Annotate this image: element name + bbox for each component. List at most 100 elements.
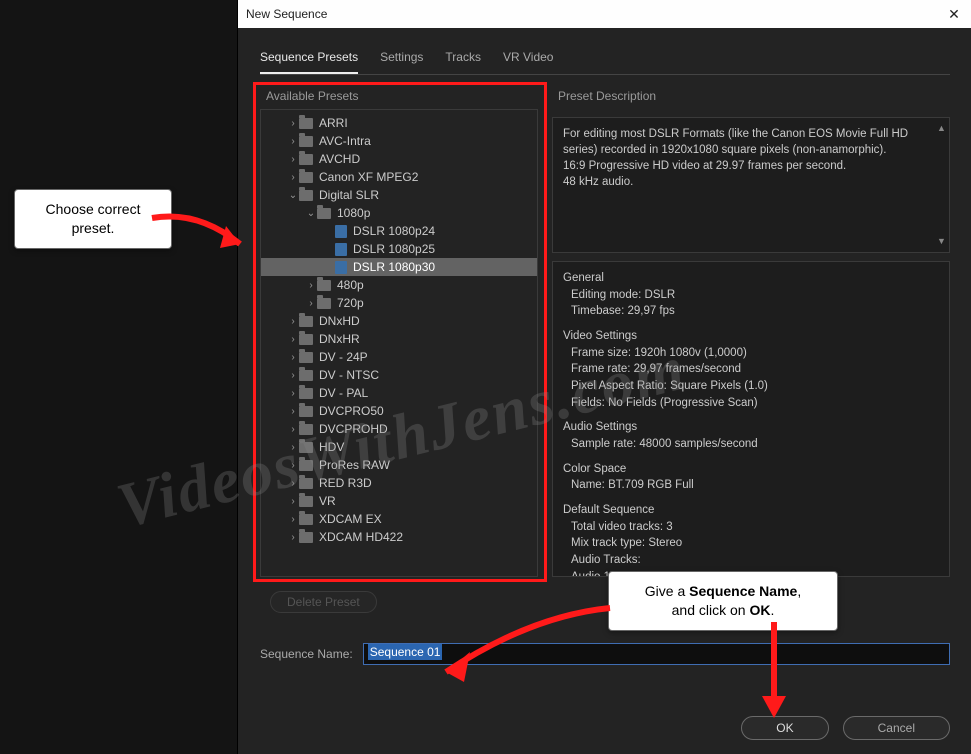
preset-tree[interactable]: ›ARRI›AVC-Intra›AVCHD›Canon XF MPEG2⌄Dig…: [260, 109, 538, 577]
preset-folder[interactable]: ›720p: [261, 294, 537, 312]
chevron-right-icon[interactable]: ›: [287, 334, 299, 345]
detail-line: Sample rate: 48000 samples/second: [563, 436, 939, 453]
scroll-up-icon[interactable]: ▲: [937, 122, 947, 135]
chevron-right-icon[interactable]: ›: [287, 352, 299, 363]
folder-icon: [299, 172, 313, 183]
detail-line: Frame rate: 29,97 frames/second: [563, 361, 939, 378]
folder-icon: [317, 280, 331, 291]
chevron-right-icon[interactable]: ›: [287, 154, 299, 165]
tree-label: RED R3D: [319, 476, 372, 490]
chevron-right-icon[interactable]: ›: [287, 460, 299, 471]
tab-sequence-presets[interactable]: Sequence Presets: [260, 46, 358, 74]
detail-line: Frame size: 1920h 1080v (1,0000): [563, 345, 939, 362]
folder-icon: [299, 532, 313, 543]
chevron-right-icon[interactable]: ›: [287, 442, 299, 453]
preset-folder[interactable]: ›XDCAM HD422: [261, 528, 537, 546]
tab-tracks[interactable]: Tracks: [445, 46, 481, 74]
app-background-left: [0, 0, 237, 754]
folder-icon: [299, 352, 313, 363]
preset-file-icon: [335, 261, 347, 274]
sequence-name-input[interactable]: Sequence 01: [363, 643, 950, 665]
folder-icon: [299, 388, 313, 399]
folder-icon: [299, 316, 313, 327]
tree-label: DSLR 1080p25: [353, 242, 435, 256]
chevron-down-icon[interactable]: ⌄: [287, 190, 299, 201]
chevron-right-icon[interactable]: ›: [287, 496, 299, 507]
chevron-right-icon[interactable]: ›: [287, 424, 299, 435]
detail-line: Name: BT.709 RGB Full: [563, 477, 939, 494]
preset-item[interactable]: DSLR 1080p25: [261, 240, 537, 258]
chevron-right-icon[interactable]: ›: [305, 280, 317, 291]
preset-folder[interactable]: › DV - 24P: [261, 348, 537, 366]
preset-file-icon: [335, 243, 347, 256]
detail-group-heading: Color Space: [563, 461, 939, 478]
preset-folder[interactable]: ⌄ 1080p: [261, 204, 537, 222]
folder-icon: [299, 478, 313, 489]
preset-item[interactable]: DSLR 1080p30: [261, 258, 537, 276]
preset-folder[interactable]: ›DNxHR: [261, 330, 537, 348]
chevron-right-icon[interactable]: ›: [287, 478, 299, 489]
preset-folder[interactable]: ›AVCHD: [261, 150, 537, 168]
folder-icon: [299, 370, 313, 381]
preset-folder[interactable]: › DV - PAL: [261, 384, 537, 402]
chevron-right-icon[interactable]: ›: [287, 118, 299, 129]
available-presets-label: Available Presets: [266, 89, 538, 103]
preset-folder[interactable]: ›DVCPRO50: [261, 402, 537, 420]
dialog-title: New Sequence: [246, 7, 944, 21]
chevron-right-icon[interactable]: ›: [287, 172, 299, 183]
tree-label: 480p: [337, 278, 364, 292]
folder-icon: [299, 118, 313, 129]
tab-settings[interactable]: Settings: [380, 46, 423, 74]
annotation-callout-seqname: Give a Sequence Name,and click on OK.: [608, 571, 838, 631]
preset-description-box: For editing most DSLR Formats (like the …: [552, 117, 950, 253]
preset-folder[interactable]: › RED R3D: [261, 474, 537, 492]
detail-group-heading: Audio Settings: [563, 419, 939, 436]
tree-label: DV - 24P: [319, 350, 368, 364]
tree-label: 1080p: [337, 206, 370, 220]
preset-folder[interactable]: › 480p: [261, 276, 537, 294]
tree-label: DVCPROHD: [319, 422, 388, 436]
folder-icon: [299, 334, 313, 345]
preset-item[interactable]: DSLR 1080p24: [261, 222, 537, 240]
chevron-right-icon[interactable]: ›: [287, 406, 299, 417]
close-icon[interactable]: ✕: [944, 6, 964, 23]
description-line: 16:9 Progressive HD video at 29.97 frame…: [563, 158, 939, 174]
preset-folder[interactable]: › DVCPROHD: [261, 420, 537, 438]
chevron-right-icon[interactable]: ›: [287, 532, 299, 543]
chevron-right-icon[interactable]: ›: [287, 388, 299, 399]
tab-vr-video[interactable]: VR Video: [503, 46, 553, 74]
scroll-down-icon[interactable]: ▼: [937, 235, 947, 248]
tabs: Sequence Presets Settings Tracks VR Video: [260, 46, 950, 75]
tree-label: Canon XF MPEG2: [319, 170, 418, 184]
chevron-right-icon[interactable]: ›: [305, 298, 317, 309]
preset-folder[interactable]: ⌄Digital SLR: [261, 186, 537, 204]
ok-button[interactable]: OK: [741, 716, 828, 740]
chevron-down-icon[interactable]: ⌄: [305, 208, 317, 219]
chevron-right-icon[interactable]: ›: [287, 370, 299, 381]
folder-icon: [317, 208, 331, 219]
tree-label: DV - NTSC: [319, 368, 379, 382]
preset-folder[interactable]: ›DNxHD: [261, 312, 537, 330]
preset-folder[interactable]: ›AVC-Intra: [261, 132, 537, 150]
preset-folder[interactable]: ›ARRI: [261, 114, 537, 132]
delete-preset-button: Delete Preset: [270, 591, 377, 613]
preset-folder[interactable]: ›XDCAM EX: [261, 510, 537, 528]
preset-folder[interactable]: › Canon XF MPEG2: [261, 168, 537, 186]
sequence-name-label: Sequence Name:: [260, 647, 353, 661]
annotation-callout-preset: Choose correct preset.: [14, 189, 172, 249]
detail-group-heading: Default Sequence: [563, 502, 939, 519]
chevron-right-icon[interactable]: ›: [287, 316, 299, 327]
tree-label: VR: [319, 494, 336, 508]
chevron-right-icon[interactable]: ›: [287, 514, 299, 525]
detail-line: Fields: No Fields (Progressive Scan): [563, 395, 939, 412]
preset-folder[interactable]: ›HDV: [261, 438, 537, 456]
preset-folder[interactable]: › DV - NTSC: [261, 366, 537, 384]
tree-label: DV - PAL: [319, 386, 368, 400]
chevron-right-icon[interactable]: ›: [287, 136, 299, 147]
description-line: 48 kHz audio.: [563, 174, 939, 190]
detail-line: Mix track type: Stereo: [563, 535, 939, 552]
preset-folder[interactable]: ›ProRes RAW: [261, 456, 537, 474]
preset-folder[interactable]: › VR: [261, 492, 537, 510]
detail-line: Total video tracks: 3: [563, 519, 939, 536]
cancel-button[interactable]: Cancel: [843, 716, 950, 740]
